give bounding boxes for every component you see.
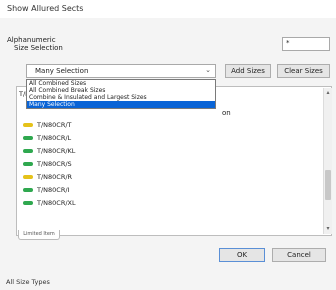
list-header-right: on bbox=[222, 109, 231, 117]
list-item[interactable]: T/N80CR/T bbox=[23, 120, 72, 130]
ok-button[interactable]: OK bbox=[219, 248, 265, 262]
dropdown-option-selected[interactable]: Many Selection bbox=[27, 101, 215, 108]
size-selection-select[interactable]: Many Selection ⌄ bbox=[26, 64, 216, 78]
size-status-icon bbox=[23, 149, 33, 153]
size-status-icon bbox=[23, 162, 33, 166]
top-filter-input[interactable]: * bbox=[282, 37, 330, 51]
list-item[interactable]: T/N80CR/L bbox=[23, 133, 71, 143]
show-sizes-dialog: Show Allured Sects Alphanumeric Size Sel… bbox=[0, 0, 336, 290]
list-item[interactable]: T/N80CR/I bbox=[23, 185, 69, 195]
list-item[interactable]: T/N80CR/XL bbox=[23, 198, 76, 208]
list-item[interactable]: T/N80CR/S bbox=[23, 159, 72, 169]
cancel-button[interactable]: Cancel bbox=[272, 248, 326, 262]
size-status-icon bbox=[23, 201, 33, 205]
alphanumeric-label: Alphanumeric bbox=[7, 36, 56, 44]
title-bar: Show Allured Sects bbox=[0, 0, 336, 18]
list-item[interactable]: T/N80CR/R bbox=[23, 172, 72, 182]
size-status-icon bbox=[23, 188, 33, 192]
list-scrollbar[interactable]: ▴ ▾ bbox=[323, 88, 332, 234]
size-status-icon bbox=[23, 175, 33, 179]
size-selection-label: Size Selection bbox=[14, 44, 63, 52]
size-status-icon bbox=[23, 123, 33, 127]
dropdown-option[interactable]: All Combined Break Sizes bbox=[27, 87, 215, 94]
scroll-thumb[interactable] bbox=[325, 170, 331, 200]
dropdown-option[interactable]: All Combined Sizes bbox=[27, 80, 215, 87]
size-status-icon bbox=[23, 136, 33, 140]
size-selection-value: Many Selection bbox=[35, 67, 89, 75]
list-item[interactable]: T/N80CR/KL bbox=[23, 146, 75, 156]
size-selection-dropdown[interactable]: All Combined Sizes All Combined Break Si… bbox=[26, 79, 216, 109]
clear-sizes-button[interactable]: Clear Sizes bbox=[277, 64, 330, 78]
footer-label: All Size Types bbox=[6, 278, 50, 286]
chevron-down-icon: ⌄ bbox=[205, 66, 211, 74]
scroll-down-icon[interactable]: ▾ bbox=[324, 225, 332, 232]
list-tab[interactable]: Limited Item bbox=[18, 230, 60, 240]
scroll-up-icon[interactable]: ▴ bbox=[324, 89, 332, 96]
top-filter-value: * bbox=[286, 39, 290, 47]
window-title: Show Allured Sects bbox=[7, 4, 84, 13]
dropdown-option[interactable]: Combine & Insulated and Largest Sizes bbox=[27, 94, 215, 101]
add-sizes-button[interactable]: Add Sizes bbox=[225, 64, 271, 78]
